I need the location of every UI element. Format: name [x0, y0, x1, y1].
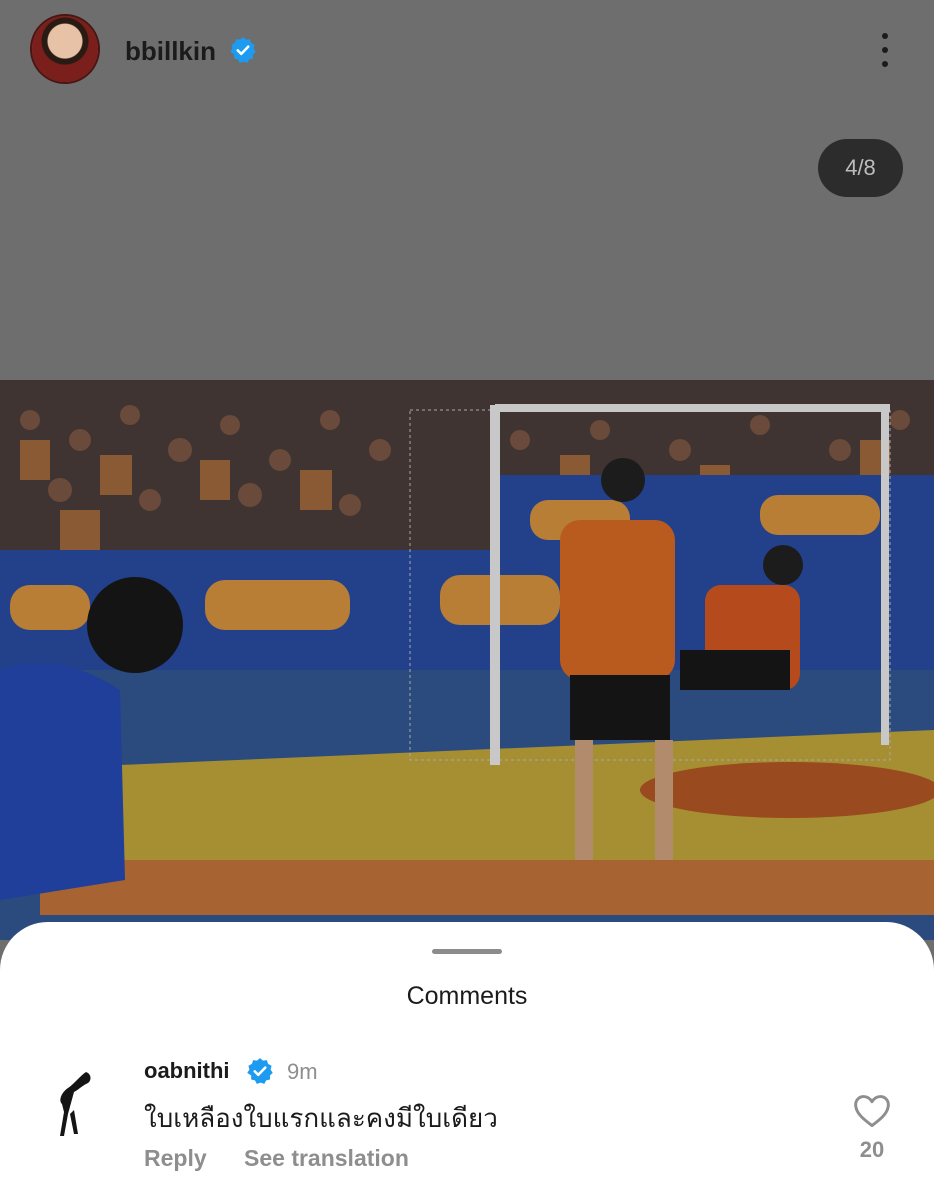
comments-title: Comments	[406, 982, 528, 1010]
verified-badge-icon	[247, 1058, 273, 1084]
comment-text: ใบเหลืองใบแรกและคงมีใบเดียว	[144, 1103, 498, 1133]
more-dot	[882, 33, 888, 39]
more-options-button[interactable]	[868, 28, 902, 72]
heart-outline-icon[interactable]	[852, 1092, 892, 1128]
commenter-username[interactable]: oabnithi	[144, 1058, 230, 1084]
post-header: bbillkin 4/8	[0, 0, 934, 197]
see-translation-button[interactable]: See translation	[244, 1145, 409, 1172]
reply-button[interactable]: Reply	[144, 1145, 207, 1172]
verified-badge-icon	[230, 37, 256, 63]
more-dot	[882, 47, 888, 53]
comments-sheet: Comments oabnithi 9m ใบเหลืองใบแรกและคงม…	[0, 922, 934, 1200]
comment-timestamp: 9m	[287, 1059, 318, 1084]
carousel-position-badge: 4/8	[818, 139, 903, 197]
post-username[interactable]: bbillkin	[125, 36, 216, 67]
sheet-drag-handle[interactable]	[432, 949, 502, 954]
more-dot	[882, 61, 888, 67]
profile-avatar[interactable]	[32, 16, 98, 82]
commenter-avatar[interactable]	[34, 1064, 110, 1140]
futsal-photo-image	[0, 380, 934, 940]
post-photo[interactable]	[0, 380, 934, 940]
like-count: 20	[859, 1137, 885, 1162]
